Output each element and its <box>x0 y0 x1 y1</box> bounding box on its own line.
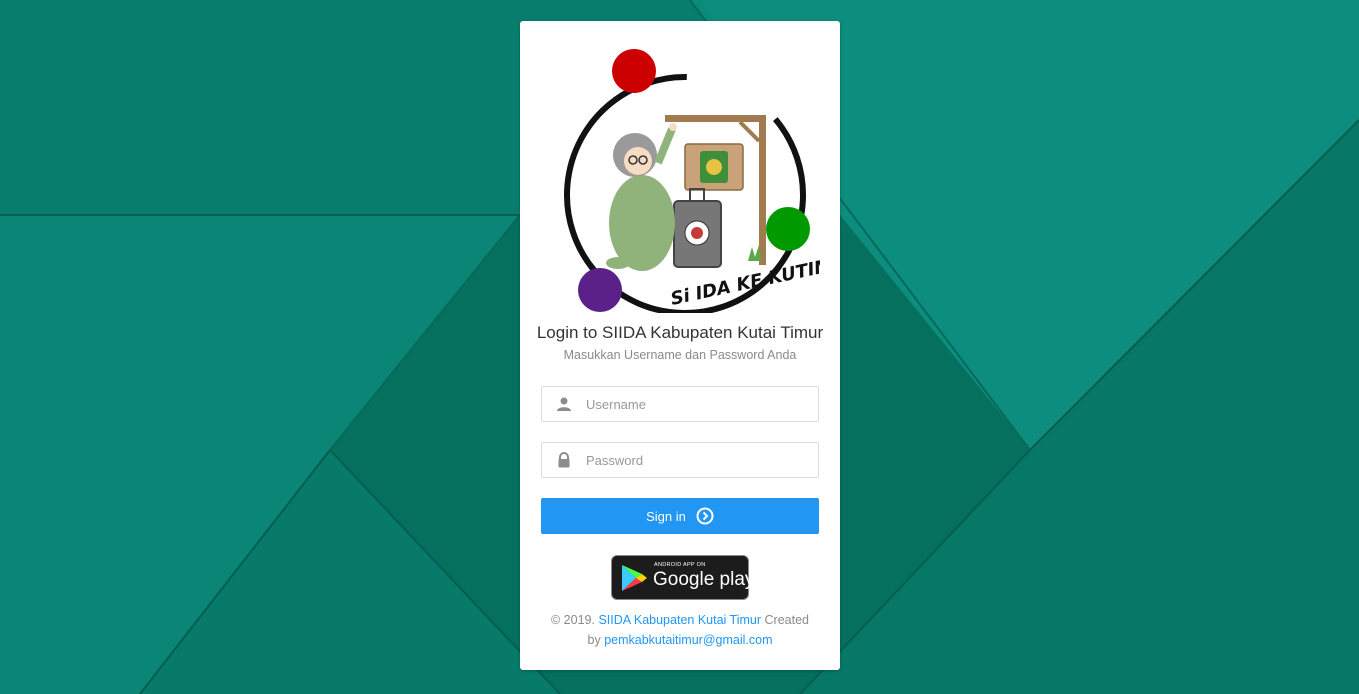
login-card: Si IDA KE KUTIM Login to SIIDA Kabupaten… <box>520 21 840 670</box>
footer-site-link[interactable]: SIIDA Kabupaten Kutai Timur <box>598 613 761 627</box>
username-field <box>541 386 819 422</box>
password-input[interactable] <box>542 443 818 477</box>
footer-by: by <box>587 633 601 647</box>
sign-in-button[interactable]: Sign in <box>541 498 819 534</box>
footer-copyright: © 2019. <box>550 613 595 627</box>
sign-in-label: Sign in <box>646 508 686 524</box>
footer: © 2019. SIIDA Kabupaten Kutai Timur Crea… <box>520 610 840 650</box>
page-title: Login to SIIDA Kabupaten Kutai Timur <box>536 323 824 342</box>
google-play-small-text: ANDROID APP ON <box>654 562 706 568</box>
google-play-icon <box>622 565 647 591</box>
footer-email-link[interactable]: pemkabkutaitimur@gmail.com <box>604 633 772 647</box>
siida-logo: Si IDA KE KUTIM <box>564 49 820 313</box>
password-field <box>541 442 819 478</box>
arrow-circle-right-icon <box>696 507 714 525</box>
page-subtitle: Masukkan Username dan Password Anda <box>563 348 797 362</box>
google-play-badge[interactable]: ANDROID APP ON Google play <box>611 555 754 600</box>
footer-created: Created <box>764 613 809 627</box>
username-input[interactable] <box>542 387 818 421</box>
google-play-text: Google play <box>653 569 755 590</box>
